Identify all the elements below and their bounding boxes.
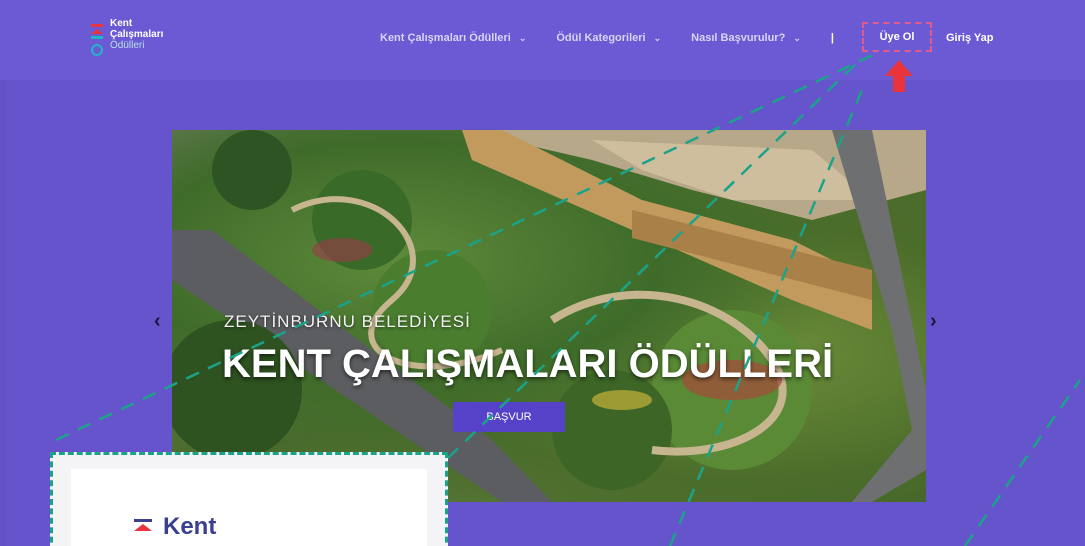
nav-item-label: Ödül Kategorileri	[556, 32, 646, 44]
nav-separator: |	[830, 32, 834, 44]
logo-mark-icon	[134, 519, 152, 531]
zoom-preview-box: Kent	[50, 452, 448, 546]
nav-item-label: Nasıl Başvurulur?	[691, 32, 786, 44]
logo-line-3: Ödülleri	[110, 40, 145, 51]
site-logo[interactable]: Kent Çalışmaları Ödülleri	[90, 16, 210, 64]
chevron-down-icon: ⌄	[793, 32, 801, 43]
chevron-down-icon: ⌄	[653, 32, 662, 43]
logo-line-1: Kent	[110, 18, 133, 29]
logo-text: Kent Çalışmaları Ödülleri	[110, 18, 163, 51]
main-nav: Kent Çalışmaları Ödülleri ⌄ Ödül Kategor…	[380, 32, 856, 44]
chevron-left-icon[interactable]: ‹	[154, 310, 161, 333]
logo-mark-icon	[91, 24, 103, 56]
signup-label: Üye Ol	[879, 31, 915, 43]
hero-slider: ZEYTİNBURNU BELEDİYESİ KENT ÇALIŞMALARI …	[172, 130, 926, 502]
login-button[interactable]: Giriş Yap	[946, 32, 994, 44]
nav-item-kent-calismalari-odulleri[interactable]: Kent Çalışmaları Ödülleri ⌄	[380, 32, 526, 44]
signup-button[interactable]: Üye Ol	[862, 22, 932, 52]
nav-item-label: Kent Çalışmaları Ödülleri	[380, 32, 511, 44]
login-label: Giriş Yap	[946, 32, 994, 44]
nav-item-odul-kategorileri[interactable]: Ödül Kategorileri ⌄	[556, 32, 661, 44]
zoom-logo-text: Kent	[163, 513, 217, 540]
apply-button[interactable]: BAŞVUR	[453, 402, 565, 432]
zoom-preview-inner	[71, 469, 427, 546]
logo-line-2: Çalışmaları	[110, 29, 164, 40]
chevron-right-icon[interactable]: ›	[930, 310, 937, 333]
top-navbar: Kent Çalışmaları Ödülleri Kent Çalışmala…	[0, 0, 1085, 80]
pointer-arrow-icon	[885, 60, 913, 92]
nav-item-nasil-basvurulur[interactable]: Nasıl Başvurulur? ⌄	[691, 32, 801, 44]
chevron-down-icon: ⌄	[518, 32, 527, 43]
hero-subtitle: ZEYTİNBURNU BELEDİYESİ	[224, 312, 471, 331]
hero-title: KENT ÇALIŞMALARI ÖDÜLLERİ	[222, 342, 834, 386]
